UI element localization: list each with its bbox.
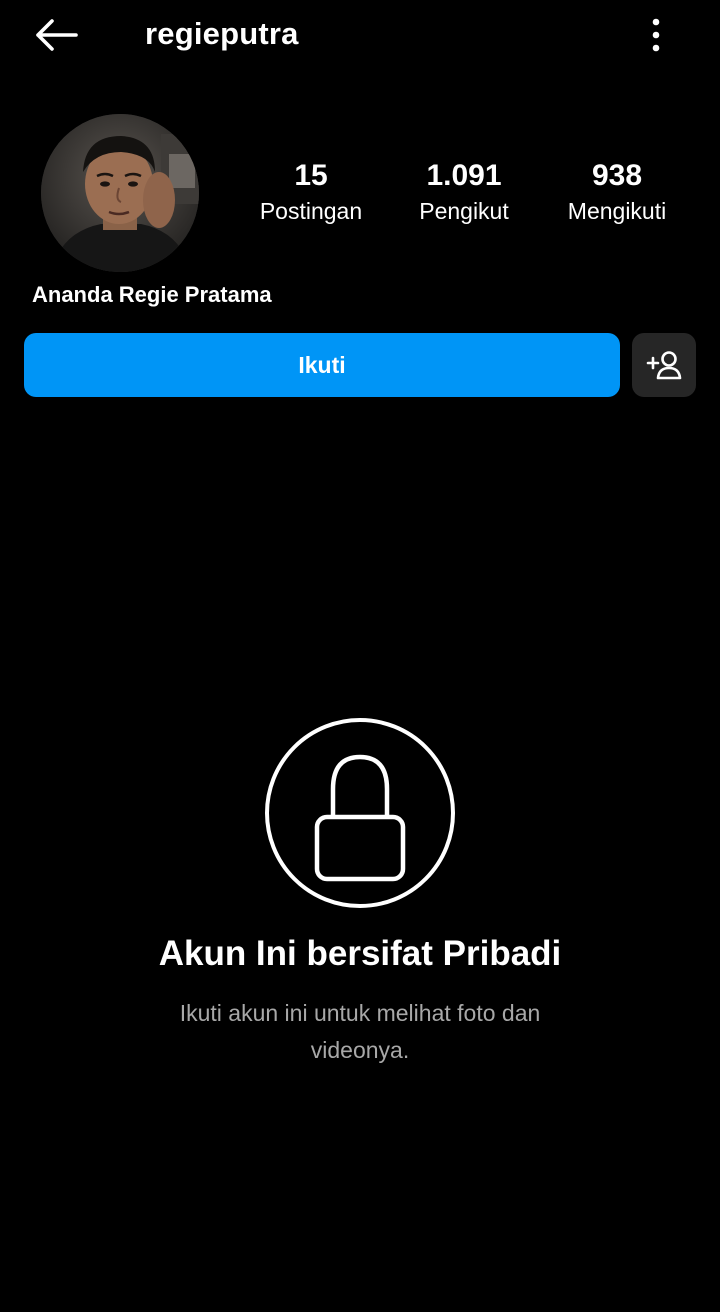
profile-display-name: Ananda Regie Pratama	[32, 282, 272, 307]
back-button[interactable]	[26, 12, 86, 58]
stat-following[interactable]: 938 Mengikuti	[542, 156, 692, 226]
stat-posts[interactable]: 15 Postingan	[236, 156, 386, 226]
add-person-icon	[646, 351, 682, 380]
posts-label: Postingan	[259, 198, 363, 224]
avatar[interactable]	[41, 114, 199, 272]
profile-username: regieputra	[145, 16, 299, 51]
suggested-accounts-button[interactable]	[632, 333, 696, 397]
lock-icon	[265, 718, 455, 908]
more-vertical-icon	[652, 18, 660, 52]
followers-count: 1.091	[426, 159, 502, 192]
private-account-title: Akun Ini bersifat Pribadi	[158, 934, 562, 973]
top-bar: regieputra	[0, 0, 720, 70]
profile-stats: 15 Postingan 1.091 Pengikut 938 Mengikut…	[236, 156, 696, 236]
follow-button[interactable]: Ikuti	[24, 333, 620, 397]
private-account-description: Ikuti akun ini untuk melihat foto dan vi…	[179, 1000, 541, 1063]
stat-followers[interactable]: 1.091 Pengikut	[390, 156, 538, 226]
following-count: 938	[591, 159, 643, 192]
arrow-left-icon	[36, 19, 78, 51]
followers-label: Pengikut	[419, 198, 509, 224]
following-label: Mengikuti	[567, 198, 667, 224]
profile-photo	[41, 114, 199, 272]
posts-count: 15	[294, 159, 328, 192]
more-options-button[interactable]	[636, 12, 676, 58]
